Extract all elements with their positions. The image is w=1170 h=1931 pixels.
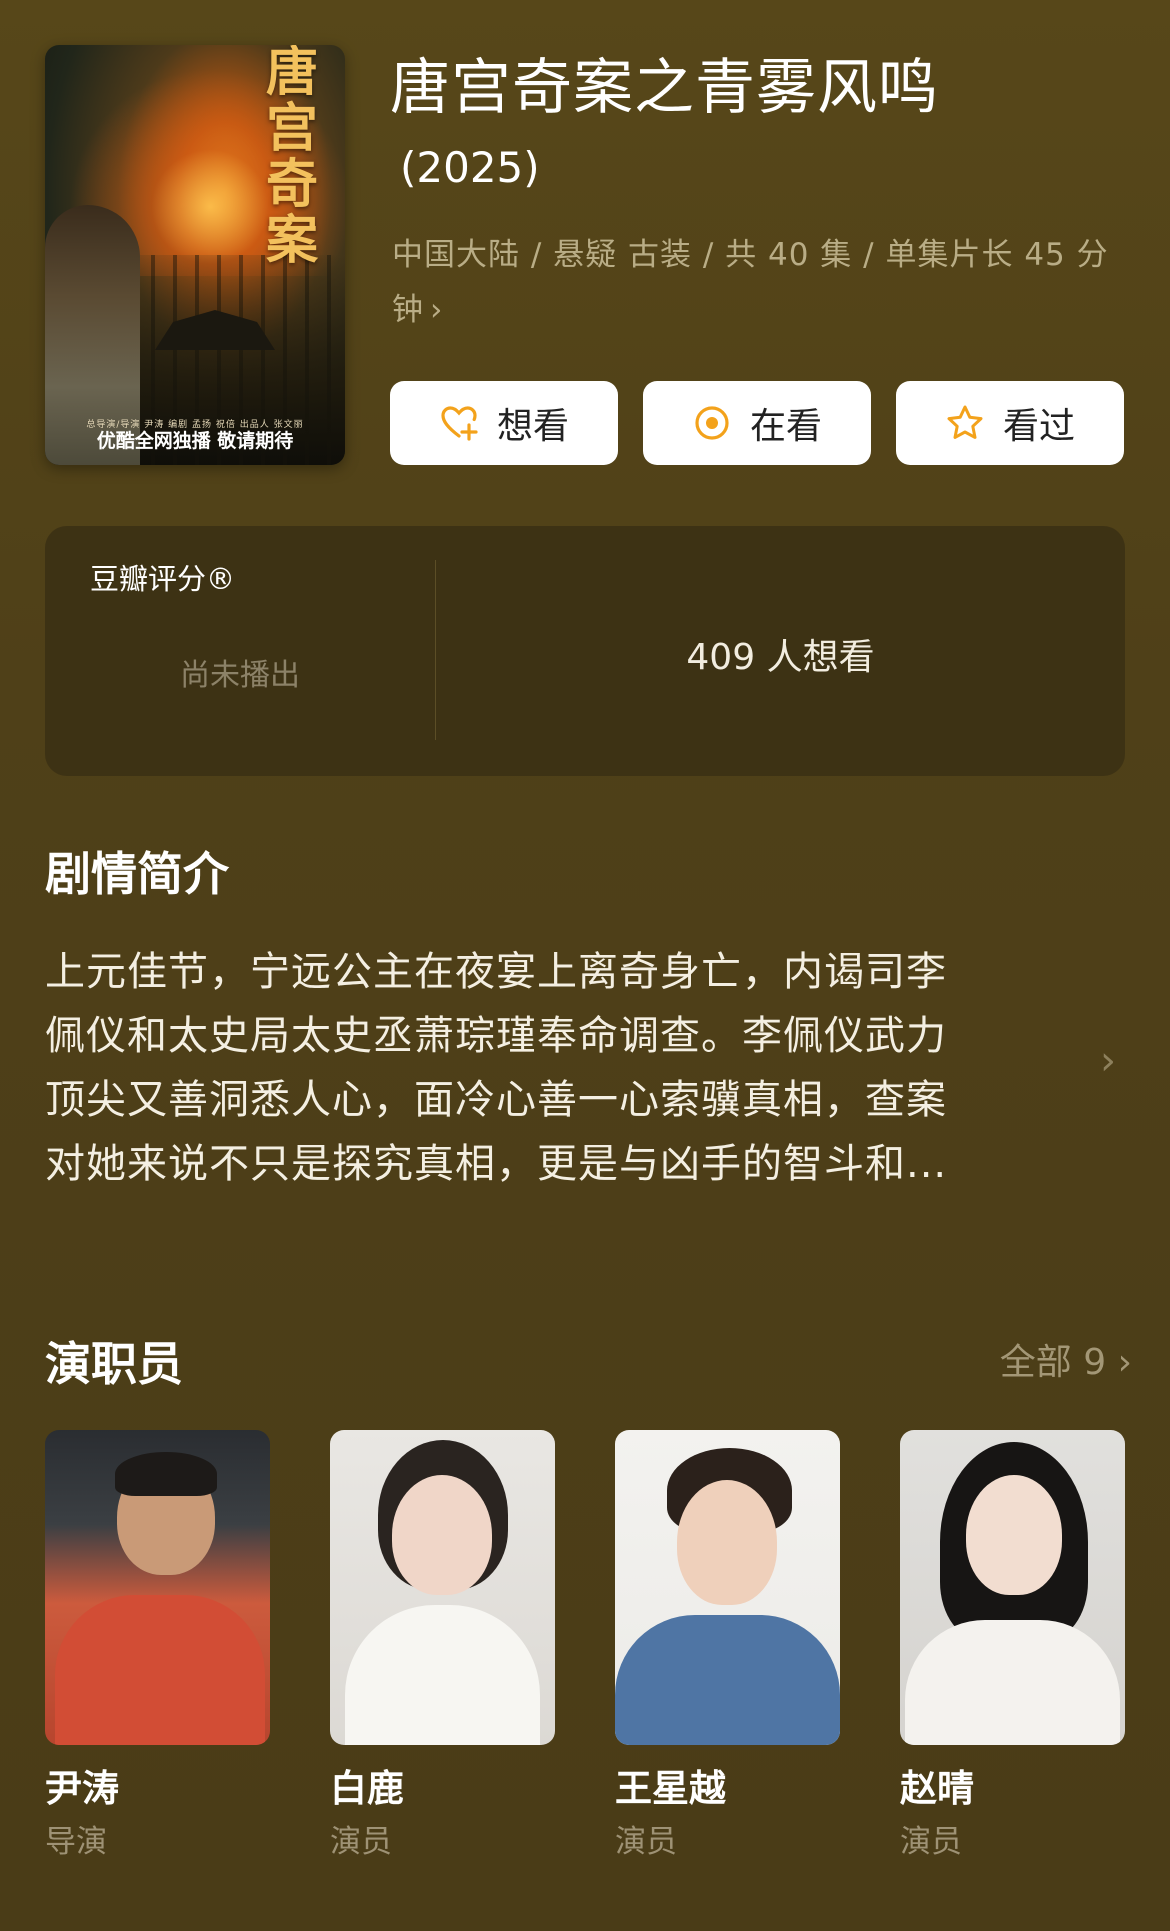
meta-line-2: 钟 › xyxy=(392,283,1112,338)
cast-role: 演员 xyxy=(615,1824,677,1860)
synopsis-line: 顶尖又善洞悉人心，面冷心善一心索骥真相，查案 xyxy=(45,1077,947,1123)
cast-photo-body xyxy=(615,1615,840,1745)
watched-button[interactable]: 看过 xyxy=(896,381,1124,465)
cast-card[interactable]: 王星越 演员 xyxy=(615,1430,840,1865)
want-to-watch-label: 想看 xyxy=(496,406,569,447)
meta-line-1: 中国大陆 / 悬疑 古装 / 共 40 集 / 单集片长 45 分 xyxy=(392,237,1109,273)
cast-photo xyxy=(330,1430,555,1745)
cast-photo-head xyxy=(392,1475,492,1595)
synopsis-line: 佩仪和太史局太史丞萧琮瑾奉命调查。李佩仪武力 xyxy=(45,1013,947,1059)
poster-calligraphy-title: 唐 宫 奇 案 xyxy=(257,45,327,269)
meta-line-2-text: 钟 xyxy=(392,292,424,328)
cast-photo xyxy=(900,1430,1125,1745)
heart-plus-icon xyxy=(439,403,479,443)
watching-button[interactable]: 在看 xyxy=(643,381,871,465)
want-to-watch-button[interactable]: 想看 xyxy=(390,381,618,465)
cast-name: 王星越 xyxy=(615,1767,726,1810)
poster-calligraphy-char: 唐 xyxy=(265,45,318,103)
chevron-right-icon: › xyxy=(430,292,444,328)
page-title: 唐宫奇案之青雾风鸣 xyxy=(390,53,939,123)
cast-card[interactable]: 白鹿 演员 xyxy=(330,1430,555,1865)
chevron-right-icon: › xyxy=(1117,1342,1132,1383)
cast-name: 赵晴 xyxy=(900,1767,974,1810)
douban-rating-label: 豆瓣评分® xyxy=(90,562,236,596)
poster-calligraphy-char: 案 xyxy=(265,210,318,271)
cast-view-all-link[interactable]: 全部 9 › xyxy=(1000,1333,1132,1385)
cast-section-title: 演职员 xyxy=(45,1337,183,1391)
cast-role: 演员 xyxy=(900,1824,962,1860)
rating-card[interactable]: 豆瓣评分® 尚未播出 409 人想看 xyxy=(45,526,1125,776)
cast-photo-hair xyxy=(115,1452,217,1496)
cast-card[interactable]: 尹涛 导演 xyxy=(45,1430,270,1865)
target-circle-icon xyxy=(692,403,732,443)
cast-role: 导演 xyxy=(45,1824,107,1860)
synopsis-line: 上元佳节，宁远公主在夜宴上离奇身亡，内谒司李 xyxy=(45,949,947,995)
cast-photo xyxy=(615,1430,840,1745)
cast-photo xyxy=(45,1430,270,1745)
cast-photo-head xyxy=(677,1480,777,1605)
cast-card[interactable]: 赵晴 演员 xyxy=(900,1430,1125,1865)
cast-photo-body xyxy=(345,1605,540,1745)
meta-info-link[interactable]: 中国大陆 / 悬疑 古装 / 共 40 集 / 单集片长 45 分 钟 › xyxy=(392,228,1112,338)
poster-calligraphy-char: 奇 xyxy=(265,154,318,215)
cast-role: 演员 xyxy=(330,1824,392,1860)
synopsis-line: 对她来说不只是探究真相，更是与凶手的智斗和... xyxy=(45,1141,948,1187)
release-year: (2025) xyxy=(400,143,540,192)
star-outline-icon xyxy=(945,403,985,443)
rating-status: 尚未播出 xyxy=(180,658,300,693)
cast-name: 白鹿 xyxy=(330,1767,404,1810)
watching-label: 在看 xyxy=(749,406,822,447)
watched-label: 看过 xyxy=(1002,406,1075,447)
want-count: 409 人想看 xyxy=(686,637,875,678)
cast-photo-body xyxy=(55,1595,265,1745)
poster-image[interactable]: 唐 宫 奇 案 总导演/导演 尹涛 编剧 孟扬 祝倍 出品人 张文丽 优酷全网独… xyxy=(45,45,345,465)
cast-photo-body xyxy=(905,1620,1120,1745)
chevron-right-icon[interactable]: › xyxy=(1100,1038,1116,1084)
poster-tagline: 优酷全网独播 敬请期待 xyxy=(96,430,294,452)
cast-photo-head xyxy=(966,1475,1062,1595)
cast-view-all-label: 全部 9 xyxy=(999,1342,1107,1383)
synopsis-title: 剧情简介 xyxy=(45,847,229,901)
movie-detail-page: 唐 宫 奇 案 总导演/导演 尹涛 编剧 孟扬 祝倍 出品人 张文丽 优酷全网独… xyxy=(0,0,1170,1931)
poster-calligraphy-char: 宫 xyxy=(265,98,318,159)
synopsis-text[interactable]: 上元佳节，宁远公主在夜宴上离奇身亡，内谒司李 佩仪和太史局太史丞萧琮瑾奉命调查。… xyxy=(45,940,1070,1196)
cast-name: 尹涛 xyxy=(45,1767,119,1810)
